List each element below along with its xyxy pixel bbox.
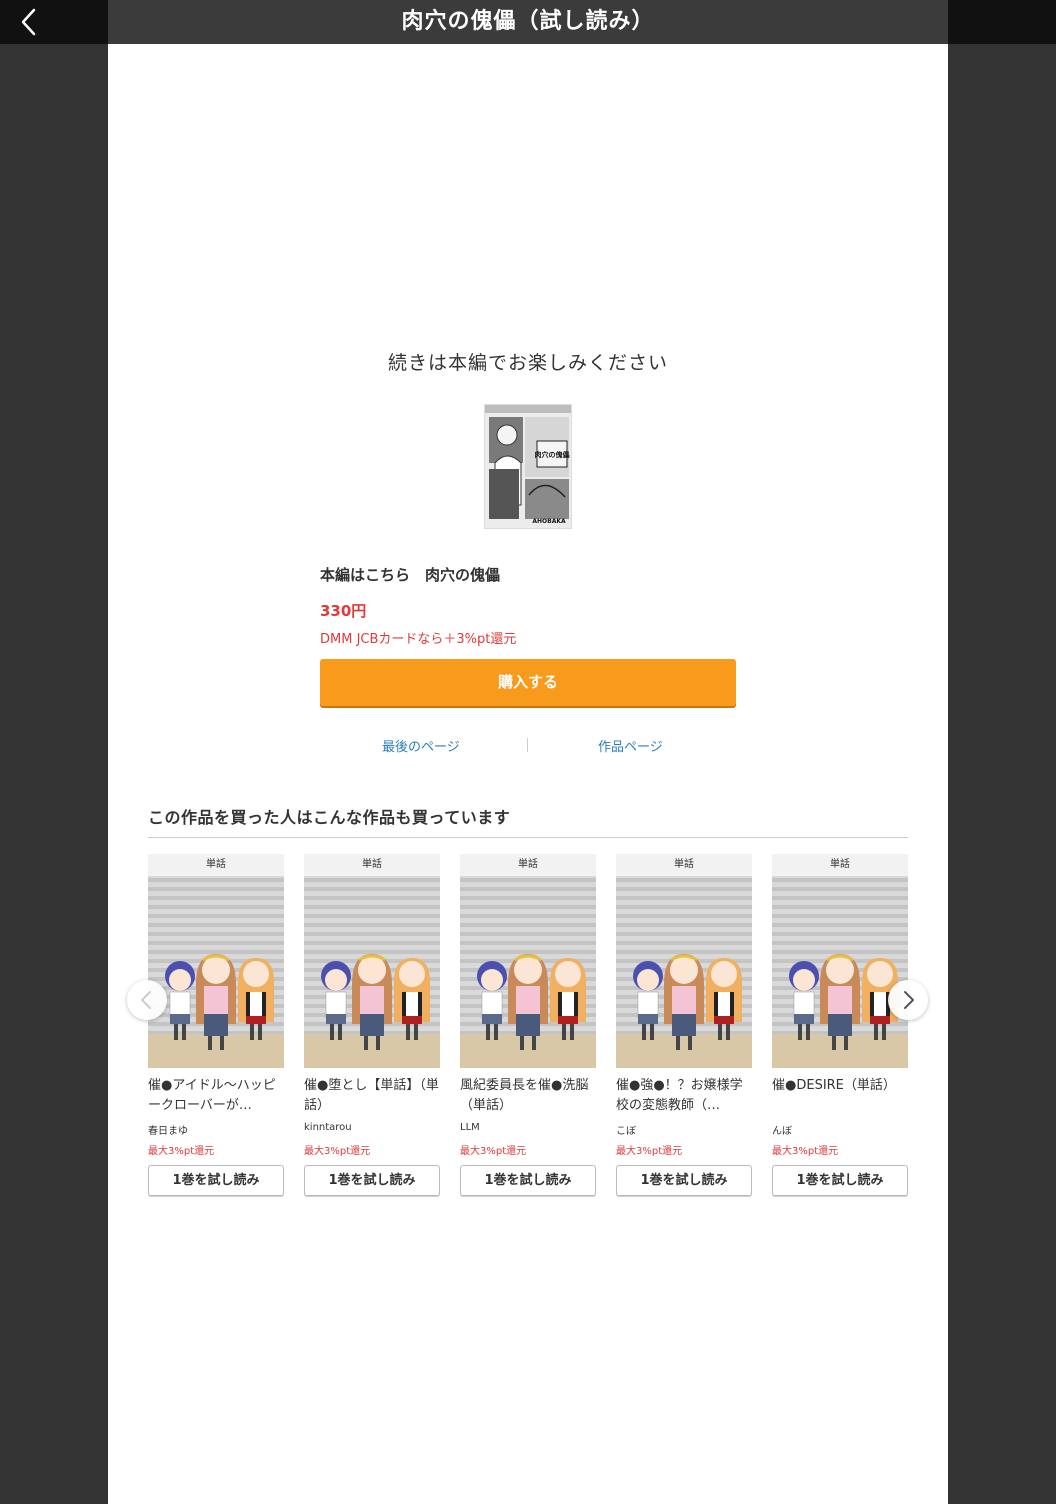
book-cover[interactable]: 肉穴の傀儡 AHOBAKA	[484, 404, 572, 529]
recommendation-author[interactable]: kinntarou	[304, 1122, 352, 1133]
recommendation-author[interactable]: LLM	[460, 1122, 480, 1133]
series-tag: 単話	[304, 854, 440, 876]
recommendation-card[interactable]: 単話催●強●！？お嬢様学校の変態教師（… こぼ最大3%pt還元 1巻を試し読み	[616, 854, 752, 1199]
thumbnail-illustration	[304, 854, 440, 1068]
recommendation-title[interactable]: 催●アイドル〜ハッピークローバーが…	[148, 1076, 284, 1116]
recommendation-author[interactable]: こぼ	[616, 1122, 636, 1137]
jcb-point-note: DMM JCBカードなら＋3%pt還元	[320, 632, 517, 647]
chevron-right-icon	[904, 991, 914, 1009]
recommendation-card[interactable]: 単話催●堕とし【単話】（単話） kinntarou 最大3%pt還元 1巻を試し読み	[304, 854, 440, 1199]
carousel-next-button[interactable]	[888, 980, 928, 1020]
link-divider	[527, 738, 528, 752]
cover-credit: AHOBAKA	[532, 518, 566, 525]
price: 330円	[320, 602, 367, 620]
recommendations-heading: この作品を買った人はこんな作品も買っています	[148, 808, 511, 827]
back-button[interactable]	[14, 6, 46, 38]
point-rebate-note: 最大3%pt還元	[772, 1146, 839, 1157]
thumbnail-illustration	[616, 854, 752, 1068]
recommendation-thumbnail[interactable]: 単話	[772, 854, 908, 1068]
series-tag: 単話	[148, 854, 284, 876]
chevron-left-icon	[141, 991, 151, 1009]
thumbnail-illustration	[460, 854, 596, 1068]
recommendation-thumbnail[interactable]: 単話	[148, 854, 284, 1068]
top-bar: 肉穴の傀儡（試し読み）	[0, 0, 1056, 44]
heading-divider	[148, 837, 908, 838]
point-rebate-note: 最大3%pt還元	[148, 1146, 215, 1157]
recommendation-author[interactable]: 春日まゆ	[148, 1122, 188, 1137]
recommendation-author[interactable]: んぼ	[772, 1122, 792, 1137]
recommendation-thumbnail[interactable]: 単話	[460, 854, 596, 1068]
trial-read-button[interactable]: 1巻を試し読み	[304, 1165, 440, 1196]
trial-read-button[interactable]: 1巻を試し読み	[772, 1165, 908, 1196]
point-rebate-note: 最大3%pt還元	[460, 1146, 527, 1157]
nav-links: 最後のページ 作品ページ	[320, 736, 736, 756]
thumbnail-illustration	[772, 854, 908, 1068]
cover-title-text: 肉穴の傀儡	[535, 450, 570, 459]
last-page-link[interactable]: 最後のページ	[382, 736, 460, 755]
recommendation-title[interactable]: 風紀委員長を催●洗脳（単話）	[460, 1076, 596, 1116]
recommendation-carousel: 単話 催●アイドル〜ハッピークローバーが… 春日まゆ 最大3%pt還元 1巻を試し読み単…	[148, 854, 908, 1199]
point-rebate-note: 最大3%pt還元	[304, 1146, 371, 1157]
continue-message: 続きは本編でお楽しみください	[387, 352, 668, 374]
recommendation-card[interactable]: 単話催●アイドル〜ハッピークローバーが… 春日まゆ最大3%pt還元 1巻を試し読み	[148, 854, 284, 1199]
cover-image: 肉穴の傀儡 AHOBAKA	[485, 405, 571, 528]
series-tag: 単話	[460, 854, 596, 876]
purchase-button[interactable]: 購入する	[320, 659, 736, 706]
chevron-left-icon	[21, 8, 36, 36]
trial-read-button[interactable]: 1巻を試し読み	[460, 1165, 596, 1196]
recommendation-title[interactable]: 催●強●！？お嬢様学校の変態教師（…	[616, 1076, 752, 1116]
series-tag: 単話	[772, 854, 908, 876]
series-tag: 単話	[616, 854, 752, 876]
carousel-prev-button[interactable]	[127, 980, 167, 1020]
recommendation-thumbnail[interactable]: 単話	[304, 854, 440, 1068]
buy-title: 本編はこちら 肉穴の傀儡	[320, 566, 501, 584]
work-page-link[interactable]: 作品ページ	[598, 736, 663, 755]
trial-read-button[interactable]: 1巻を試し読み	[148, 1165, 284, 1196]
recommendation-card[interactable]: 単話催●DESIRE（単話） んぼ最大3%pt還元 1巻を試し読み	[772, 854, 908, 1199]
recommendation-thumbnail[interactable]: 単話	[616, 854, 752, 1068]
trial-read-button[interactable]: 1巻を試し読み	[616, 1165, 752, 1196]
recommendation-title[interactable]: 催●堕とし【単話】（単話）	[304, 1076, 440, 1116]
page-title: 肉穴の傀儡（試し読み）	[401, 9, 655, 34]
point-rebate-note: 最大3%pt還元	[616, 1146, 683, 1157]
recommendation-title[interactable]: 催●DESIRE（単話）	[772, 1076, 908, 1116]
recommendation-card[interactable]: 単話風紀委員長を催●洗脳（単話） LLM 最大3%pt還元 1巻を試し読み	[460, 854, 596, 1199]
reader-panel: 続きは本編でお楽しみください 肉穴の傀儡 AHOBAKA 本編はこちら 肉穴の傀…	[108, 44, 948, 1504]
thumbnail-illustration	[148, 854, 284, 1068]
